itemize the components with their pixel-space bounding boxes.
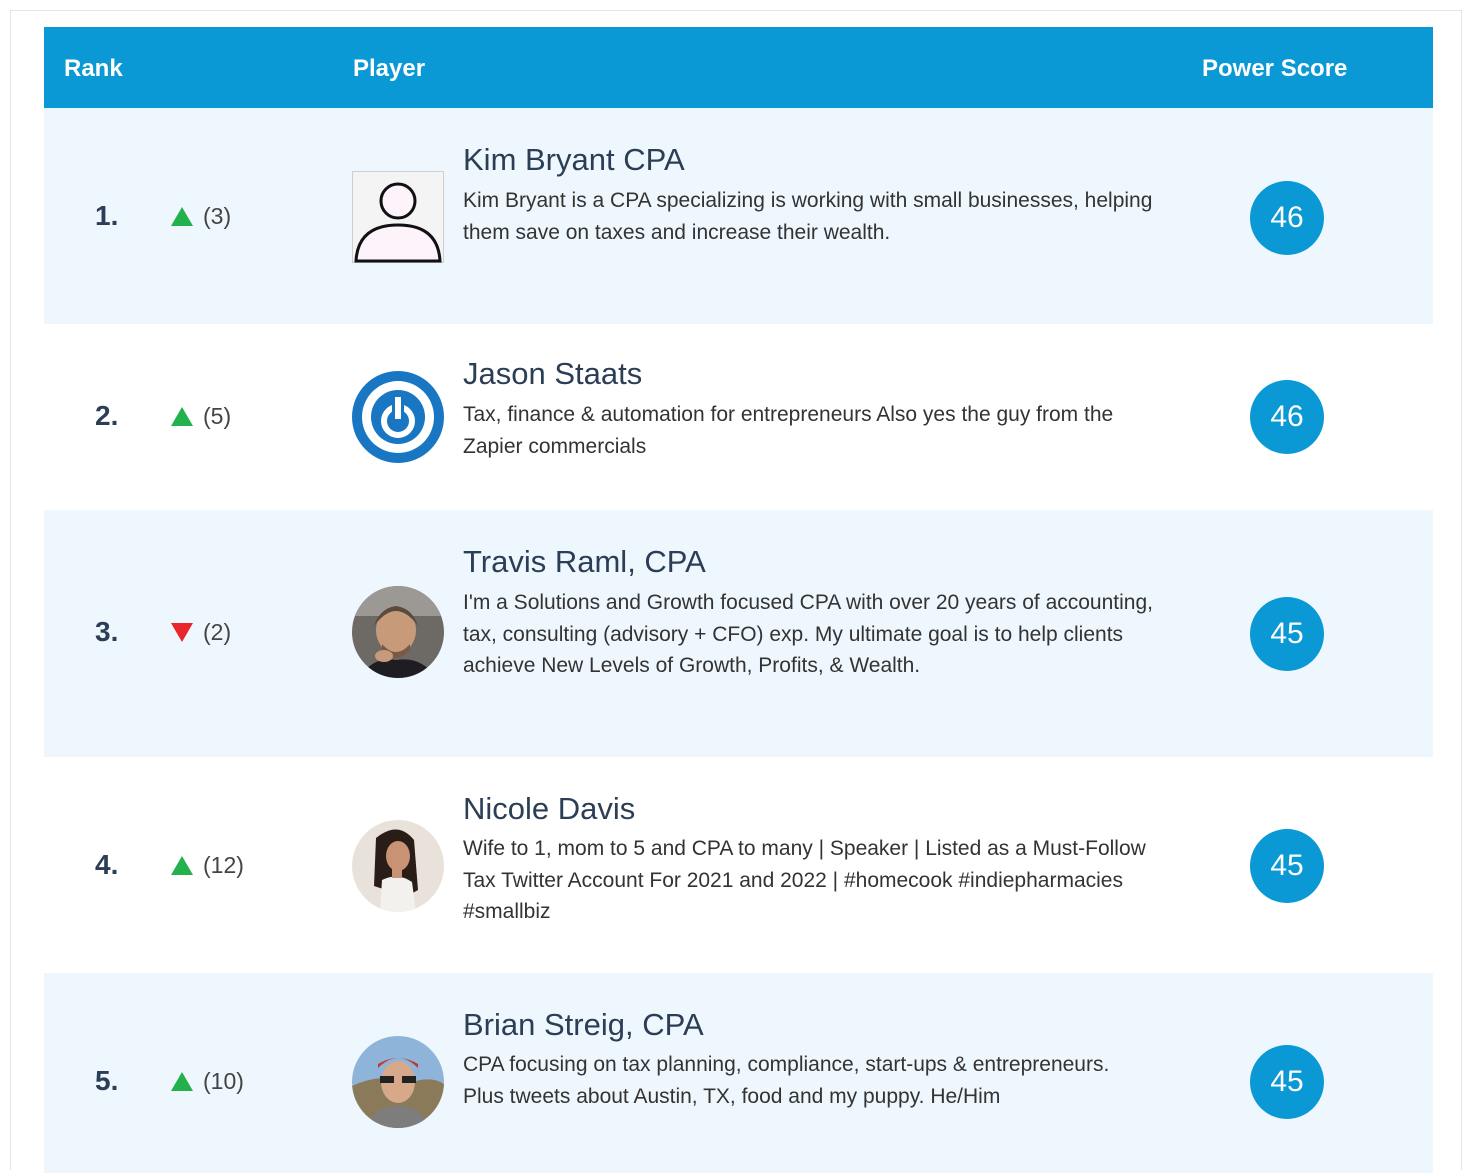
rank-number: 1.	[95, 200, 119, 231]
power-score-badge: 45	[1250, 829, 1324, 903]
rank-down-arrow-icon	[171, 623, 193, 642]
player-name[interactable]: Jason Staats	[463, 356, 642, 392]
rank-change-value: (10)	[203, 1068, 244, 1094]
rank-change-value: (2)	[203, 619, 232, 645]
player-name[interactable]: Travis Raml, CPA	[463, 544, 706, 580]
rank-up-arrow-icon	[171, 1072, 193, 1091]
table-row[interactable]: 2. (5) Jason Staats Tax, finance & autom…	[44, 324, 1433, 510]
table-row[interactable]: 5. (10) Brian Streig, CPA CPA focusing o…	[44, 973, 1433, 1173]
leaderboard-table: Rank Player Power Score 1. (3) Kim Bryan…	[44, 27, 1433, 1173]
rank-number: 5.	[95, 1065, 119, 1096]
player-column-header: Player	[353, 55, 426, 82]
placeholder-person-icon[interactable]	[352, 171, 444, 263]
rank-up-arrow-icon	[171, 856, 193, 875]
rank-change-value: (3)	[203, 203, 232, 229]
player-photo[interactable]	[352, 820, 444, 912]
rank-change: (3)	[171, 203, 231, 230]
player-name[interactable]: Brian Streig, CPA	[463, 1007, 704, 1043]
rank-change-value: (5)	[203, 403, 232, 429]
rank-change: (5)	[171, 403, 231, 430]
rank-change-value: (12)	[203, 852, 244, 878]
power-score-badge: 46	[1250, 181, 1324, 255]
player-bio: Wife to 1, mom to 5 and CPA to many | Sp…	[463, 837, 1146, 923]
table-row[interactable]: 3. (2) Travis Raml, CPA I'm a Solutions …	[44, 510, 1433, 757]
table-header: Rank Player Power Score	[44, 27, 1433, 108]
rank-up-arrow-icon	[171, 207, 193, 226]
rank-change: (12)	[171, 852, 244, 879]
table-row[interactable]: 4. (12) Nicole Davis Wife to 1, mom to 5…	[44, 757, 1433, 973]
power-logo-avatar-icon[interactable]	[352, 371, 444, 463]
power-score-badge: 45	[1250, 1045, 1324, 1119]
rank-number: 2.	[95, 400, 119, 431]
player-bio: Tax, finance & automation for entreprene…	[463, 403, 1114, 458]
power-score-column-header: Power Score	[1202, 55, 1348, 82]
power-score-badge: 45	[1250, 597, 1324, 671]
table-row[interactable]: 1. (3) Kim Bryant CPA Kim Bryant is a CP…	[44, 108, 1433, 324]
rank-up-arrow-icon	[171, 407, 193, 426]
player-bio: I'm a Solutions and Growth focused CPA w…	[463, 591, 1153, 677]
rank-number: 4.	[95, 849, 119, 880]
player-name[interactable]: Nicole Davis	[463, 791, 635, 827]
player-bio: Kim Bryant is a CPA specializing is work…	[463, 189, 1153, 244]
player-photo[interactable]	[352, 1036, 444, 1128]
rank-change: (2)	[171, 619, 231, 646]
rank-column-header: Rank	[64, 55, 123, 82]
player-name[interactable]: Kim Bryant CPA	[463, 142, 685, 178]
player-photo[interactable]	[352, 586, 444, 678]
rank-number: 3.	[95, 616, 119, 647]
power-score-badge: 46	[1250, 380, 1324, 454]
rank-change: (10)	[171, 1068, 244, 1095]
player-bio: CPA focusing on tax planning, compliance…	[463, 1053, 1110, 1108]
